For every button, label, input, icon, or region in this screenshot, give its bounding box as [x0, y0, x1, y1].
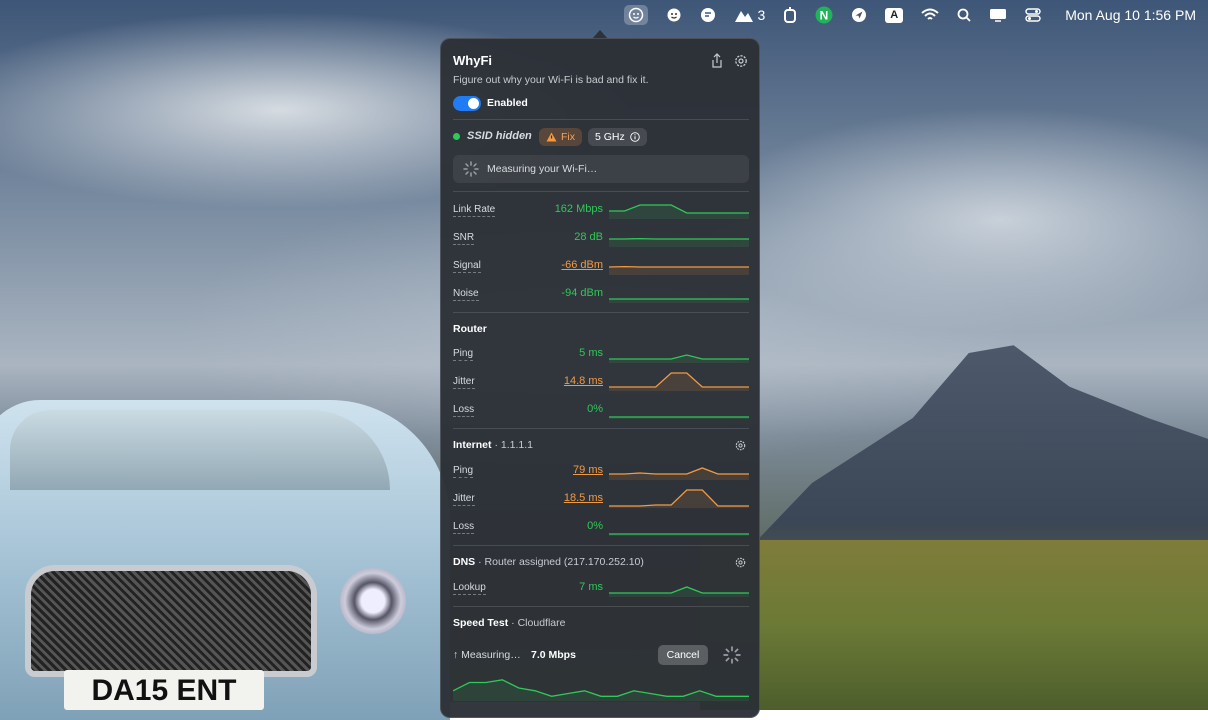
wifi-icon[interactable]: [921, 8, 939, 22]
sparkline: [609, 514, 749, 536]
router-section-title: Router: [453, 323, 487, 335]
info-icon: [630, 132, 640, 142]
sparkline-line: [609, 468, 749, 474]
metric-value: 5 ms: [453, 347, 603, 359]
dns-section-title: DNS · Router assigned (217.170.252.10): [453, 556, 644, 568]
sparkline: [609, 225, 749, 247]
dns-settings-gear-icon[interactable]: [734, 556, 747, 569]
whyfi-face-icon[interactable]: [624, 5, 648, 25]
mountain-icon[interactable]: 3: [734, 7, 765, 23]
sparkline: [609, 341, 749, 363]
enabled-toggle[interactable]: [453, 96, 481, 111]
app-title: WhyFi: [453, 53, 492, 68]
sparkline: [609, 281, 749, 303]
sparkline-area: [609, 490, 749, 508]
metric-value: 0%: [453, 520, 603, 532]
metric-value: 162 Mbps: [453, 203, 603, 215]
input-a-icon[interactable]: A: [885, 8, 903, 23]
whyfi-popover: WhyFi Figure out why your Wi-Fi is bad a…: [440, 38, 760, 718]
spinner-icon: [723, 646, 741, 664]
band-badge[interactable]: 5 GHz: [588, 128, 647, 146]
internet-host: 1.1.1.1: [501, 439, 533, 451]
divider: [453, 191, 749, 192]
metric-value: -94 dBm: [453, 287, 603, 299]
sparkline: [609, 197, 749, 219]
internet-settings-gear-icon[interactable]: [734, 439, 747, 452]
internet-title: Internet: [453, 439, 492, 451]
ssid-label: SSID hidden: [467, 130, 532, 142]
sparkline-area: [453, 680, 749, 701]
menu-bar: 3 N A Mon Aug 10 1:56 PM: [0, 0, 1208, 30]
warning-icon: [546, 132, 557, 142]
divider: [453, 545, 749, 546]
search-icon[interactable]: [957, 8, 971, 22]
chat-bubble-icon[interactable]: [700, 7, 716, 23]
metric-value: 0%: [453, 403, 603, 415]
sparkline: [609, 575, 749, 597]
license-plate: DA15 ENT: [64, 670, 264, 710]
sparkline-area: [609, 205, 749, 219]
car-headlamp: [340, 568, 406, 634]
bracket-icon[interactable]: [783, 7, 797, 23]
enabled-label: Enabled: [487, 97, 528, 109]
field-background: [700, 540, 1208, 710]
settings-gear-icon[interactable]: [733, 53, 749, 69]
sparkline: [609, 486, 749, 508]
spinner-icon: [463, 161, 479, 177]
internet-section-title: Internet · 1.1.1.1: [453, 439, 533, 451]
dns-server: Router assigned (217.170.252.10): [485, 556, 644, 568]
svg-text:N: N: [820, 9, 829, 23]
app-subtitle: Figure out why your Wi-Fi is bad and fix…: [453, 74, 649, 86]
fix-label: Fix: [561, 131, 575, 143]
metric-value[interactable]: -66 dBm: [453, 259, 603, 271]
car-grille: [25, 565, 317, 677]
display-icon[interactable]: [989, 8, 1007, 22]
mountain-badge: 3: [757, 7, 765, 23]
sparkline-area: [609, 373, 749, 391]
internet-sub: · 1.1.1.1: [494, 439, 533, 451]
metric-value[interactable]: 79 ms: [453, 464, 603, 476]
speedtest-provider: Cloudflare: [518, 617, 566, 629]
whyfi-face-2-icon[interactable]: [666, 7, 682, 23]
band-label: 5 GHz: [595, 131, 625, 143]
metric-value: 7 ms: [453, 581, 603, 593]
control-center-icon[interactable]: [1025, 8, 1041, 22]
sparkline-area: [609, 239, 749, 247]
sparkline: [609, 369, 749, 391]
measuring-status: Measuring your Wi-Fi…: [453, 155, 749, 183]
speedtest-sparkline: [453, 673, 749, 701]
fix-button[interactable]: Fix: [539, 128, 582, 146]
divider: [453, 312, 749, 313]
dns-sub: · Router assigned (217.170.252.10): [478, 556, 644, 568]
divider: [453, 428, 749, 429]
speedtest-title: Speed Test: [453, 617, 508, 629]
measuring-text: Measuring your Wi-Fi…: [487, 163, 597, 175]
divider: [453, 606, 749, 607]
metric-value[interactable]: 18.5 ms: [453, 492, 603, 504]
divider: [453, 119, 749, 120]
metric-value[interactable]: 14.8 ms: [453, 375, 603, 387]
speedtest-sub: · Cloudflare: [511, 617, 565, 629]
share-icon[interactable]: [709, 53, 725, 69]
dns-title: DNS: [453, 556, 475, 568]
cancel-button[interactable]: Cancel: [658, 645, 708, 665]
speedtest-section-title: Speed Test · Cloudflare: [453, 617, 565, 629]
n-app-icon[interactable]: N: [815, 6, 833, 24]
sparkline-area: [609, 267, 749, 275]
sparkline-area: [609, 587, 749, 597]
sparkline: [609, 397, 749, 419]
speedtest-value: 7.0 Mbps: [531, 649, 576, 661]
metric-value: 28 dB: [453, 231, 603, 243]
speedtest-status: ↑ Measuring…: [453, 649, 521, 661]
sparkline: [609, 458, 749, 480]
menu-bar-clock[interactable]: Mon Aug 10 1:56 PM: [1065, 7, 1196, 23]
connection-status-dot: [453, 133, 460, 140]
sparkline: [609, 253, 749, 275]
car-windscreen: [10, 410, 390, 490]
send-arrow-icon[interactable]: [851, 7, 867, 23]
